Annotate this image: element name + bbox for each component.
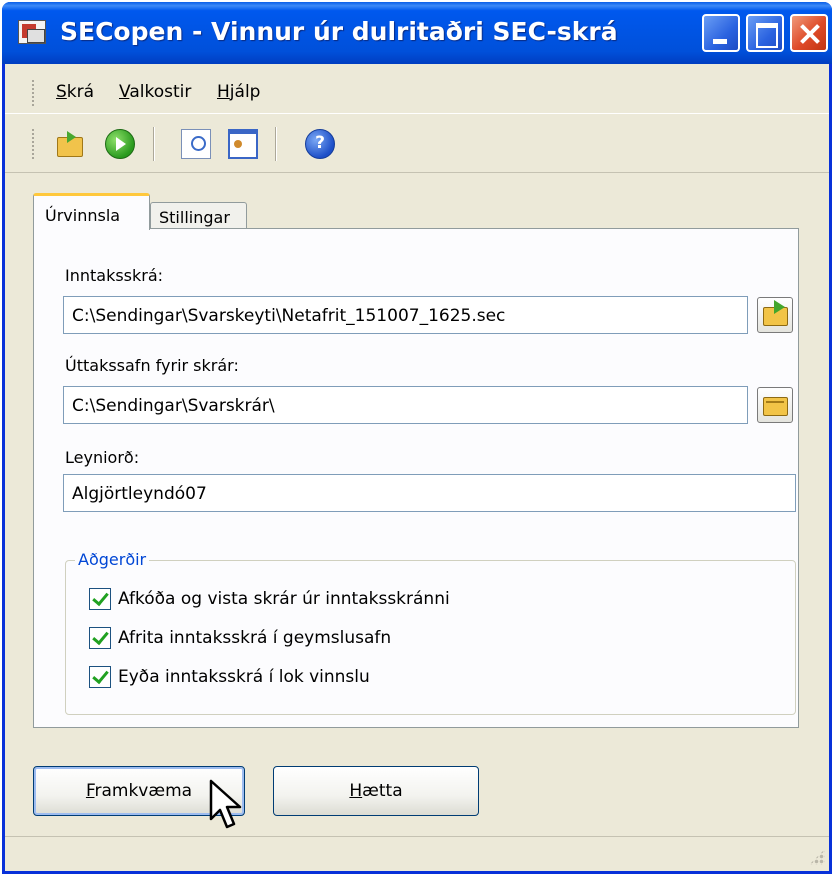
browse-output-folder-button[interactable] xyxy=(757,387,793,423)
option-label[interactable]: Afkóða og vista skrár úr inntaksskránni xyxy=(118,589,450,609)
output-folder-field[interactable]: C:\Sendingar\Svarskrár\ xyxy=(63,386,748,424)
menu-options[interactable]: Valkostir xyxy=(119,82,191,102)
checkbox-checked[interactable] xyxy=(89,666,111,688)
preview-icon[interactable] xyxy=(181,129,211,159)
menu-bar: Skrá Valkostir Hjálp xyxy=(5,64,829,114)
arrow-icon xyxy=(774,300,785,314)
toolbar-grip[interactable] xyxy=(32,129,36,159)
help-icon[interactable]: ? xyxy=(305,129,335,159)
resize-grip-icon[interactable] xyxy=(809,849,825,865)
menu-help[interactable]: Hjálp xyxy=(217,82,260,102)
window-title: SECopen - Vinnur úr dulritaðri SEC-skrá xyxy=(60,17,618,46)
mouse-pointer-icon xyxy=(209,779,242,829)
go-arrow-icon[interactable] xyxy=(105,129,135,159)
menu-file[interactable]: Skrá xyxy=(56,82,94,102)
toolbar: ? xyxy=(5,115,829,173)
minimize-button[interactable] xyxy=(702,14,740,52)
folder-icon xyxy=(763,397,788,416)
card-icon[interactable] xyxy=(228,129,258,159)
checkbox-checked[interactable] xyxy=(89,627,111,649)
toolbar-separator xyxy=(153,127,155,161)
title-bar[interactable]: SECopen - Vinnur úr dulritaðri SEC-skrá xyxy=(2,2,832,64)
output-folder-label: Úttakssafn fyrir skrár: xyxy=(65,356,239,375)
option-label[interactable]: Eyða inntaksskrá í lok vinnslu xyxy=(118,667,370,687)
input-file-field[interactable]: C:\Sendingar\Svarskeyti\Netafrit_151007_… xyxy=(63,296,748,334)
checkbox-checked[interactable] xyxy=(89,588,111,610)
open-folder-icon[interactable] xyxy=(55,129,85,159)
status-bar xyxy=(5,836,829,869)
maximize-button[interactable] xyxy=(746,14,784,52)
tab-settings[interactable]: Stillingar xyxy=(150,202,247,229)
password-field[interactable]: Algjörtleyndó07 xyxy=(63,474,796,512)
actions-group-title: Aðgerðir xyxy=(75,550,150,569)
browse-input-file-button[interactable] xyxy=(757,297,793,333)
app-icon xyxy=(18,20,46,44)
close-button[interactable] xyxy=(790,14,828,52)
option-label[interactable]: Afrita inntaksskrá í geymslusafn xyxy=(118,628,391,648)
cancel-button[interactable]: Hætta xyxy=(273,766,479,816)
menubar-grip[interactable] xyxy=(32,80,36,106)
tab-processing[interactable]: Úrvinnsla xyxy=(33,193,150,230)
input-file-label: Inntaksskrá: xyxy=(65,266,164,285)
password-label: Leyniorð: xyxy=(65,448,140,467)
toolbar-separator xyxy=(275,127,277,161)
